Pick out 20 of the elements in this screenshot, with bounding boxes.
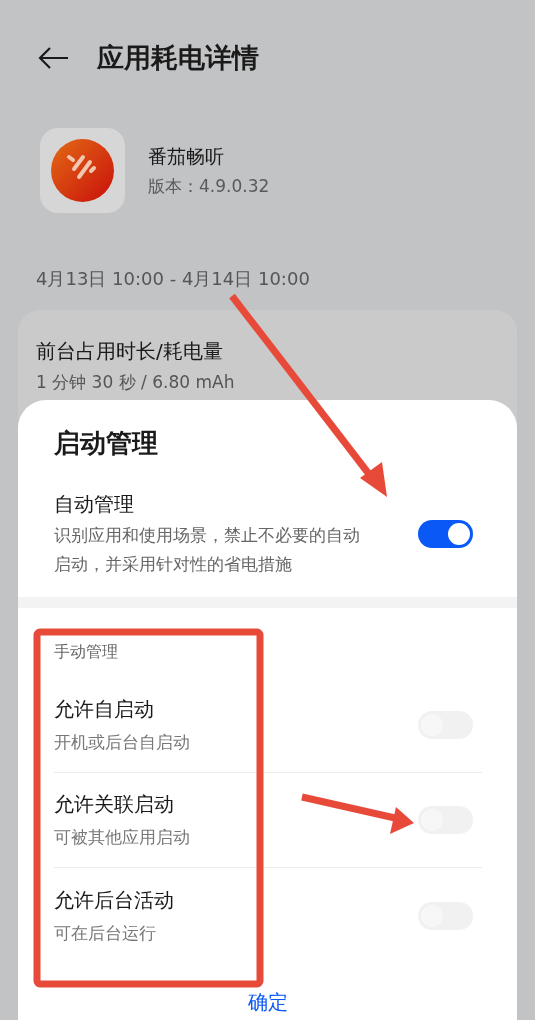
app-icon (40, 128, 125, 213)
setting-label: 允许后台活动 (54, 886, 174, 914)
setting-description: 可在后台运行 (54, 921, 157, 945)
setting-description: 识别应用和使用场景，禁止不必要的自动启动，并采用针对性的省电措施 (54, 524, 361, 576)
setting-description: 可被其他应用启动 (54, 826, 190, 850)
back-icon[interactable] (38, 46, 69, 70)
time-range: 4月13日 10:00 - 4月14日 10:00 (36, 268, 310, 289)
toggle-switch[interactable] (418, 520, 473, 548)
usage-title: 前台占用时长/耗电量 (36, 338, 224, 365)
setting-label: 自动管理 (54, 491, 135, 518)
section-heading: 手动管理 (54, 642, 118, 661)
app-name: 番茄畅听 (148, 143, 225, 169)
usage-value: 1 分钟 30 秒 / 6.80 mAh (36, 371, 236, 394)
sheet-title: 启动管理 (54, 428, 158, 458)
confirm-button[interactable]: 确定 (243, 987, 292, 1017)
app-version: 版本：4.9.0.32 (148, 175, 270, 198)
setting-label: 允许关联启动 (54, 791, 175, 819)
setting-description: 开机或后台自启动 (54, 731, 190, 755)
setting-label: 允许自启动 (54, 696, 155, 724)
page-title: 应用耗电详情 (97, 41, 259, 75)
